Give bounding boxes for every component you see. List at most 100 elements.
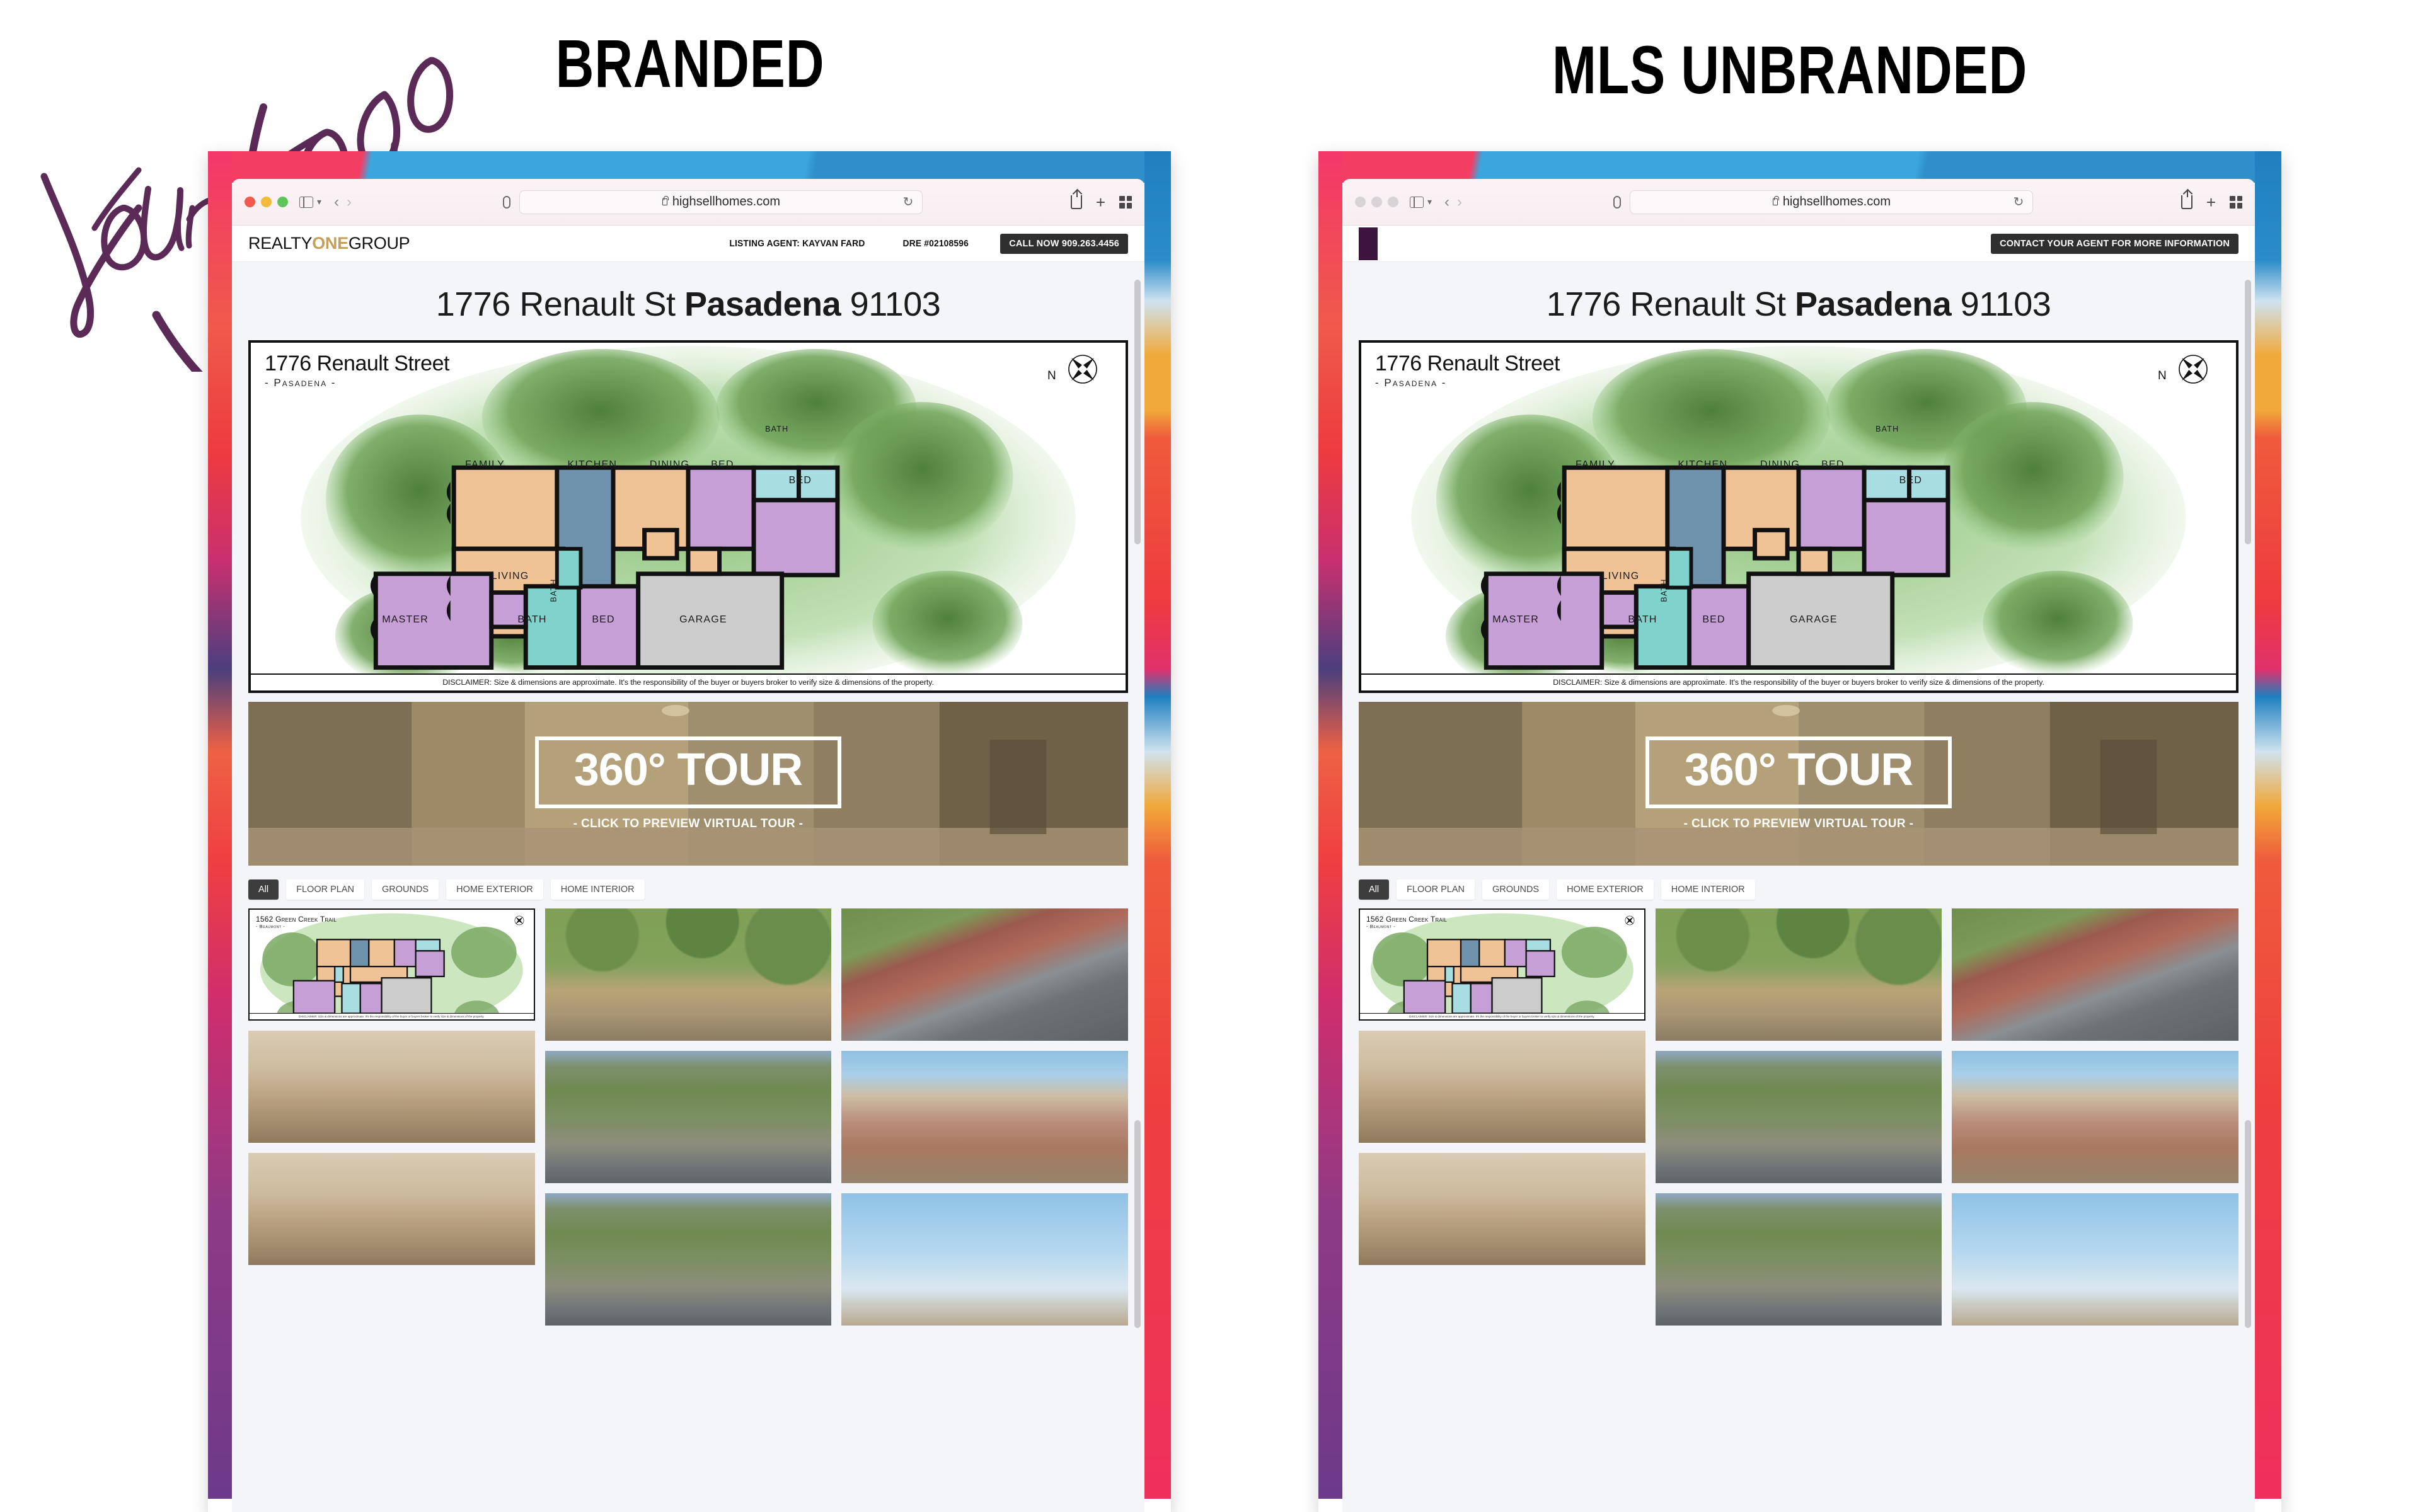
zoom-window-dot-2[interactable] — [1388, 197, 1398, 207]
tour-subtitle-2: - CLICK TO PREVIEW VIRTUAL TOUR - — [1683, 817, 1914, 830]
mini-plan-disclaimer: DISCLAIMER: Size & dimensions are approx… — [250, 1013, 534, 1019]
gallery-photo-grounds-trail-2[interactable] — [1655, 908, 1942, 1041]
filter-grounds[interactable]: GROUNDS — [371, 879, 439, 900]
address-street-2: 1776 Renault St — [1546, 285, 1786, 323]
filter-home-interior-2[interactable]: HOME INTERIOR — [1661, 879, 1755, 900]
compass-rose: N — [1047, 352, 1100, 390]
window-controls-2[interactable] — [1355, 197, 1398, 207]
gallery-photo-sky-exterior[interactable] — [841, 1193, 1129, 1326]
gallery-column-1-2: 1562 Green Creek Trail - Beaumont - DISC… — [1359, 908, 1645, 1326]
contact-agent-button[interactable]: CONTACT YOUR AGENT FOR MORE INFORMATION — [1991, 233, 2238, 254]
new-tab-icon[interactable]: + — [1096, 194, 1105, 210]
room-label-bath-vertical: BATH — [549, 578, 558, 602]
tab-grid-icon-2[interactable] — [2230, 195, 2242, 209]
forward-icon-2[interactable]: › — [1457, 194, 1462, 210]
frame-right-accent — [1144, 151, 1171, 1512]
gallery-photo-interior-vaulted[interactable] — [248, 1153, 535, 1265]
close-window-dot[interactable] — [245, 197, 255, 207]
url-text: highsellhomes.com — [672, 195, 781, 209]
tour-title-box: 360° TOUR — [534, 736, 842, 808]
gallery-photo-interior-hallway-2[interactable] — [1359, 1031, 1645, 1143]
filter-floor-plan-2[interactable]: FLOOR PLAN — [1397, 879, 1475, 900]
gallery-thumb-floor-plan-2[interactable]: 1562 Green Creek Trail - Beaumont - DISC… — [1359, 908, 1645, 1021]
sidebar-toggle-icon-2[interactable] — [1410, 196, 1424, 208]
sidebar-toggle-icon[interactable] — [299, 196, 313, 208]
mini-compass-icon-2 — [1625, 915, 1635, 925]
gallery-photo-interior-hallway[interactable] — [248, 1031, 535, 1143]
room-label-family: FAMILY — [465, 459, 505, 470]
address-bar[interactable]: highsellhomes.com ↻ — [519, 190, 923, 214]
window-controls[interactable] — [245, 197, 288, 207]
page-scrollbar-2[interactable] — [2245, 280, 2251, 544]
gallery-thumb-floor-plan[interactable]: 1562 Green Creek Trail - Beaumont - DISC… — [248, 908, 535, 1021]
gallery-photo-backyard-patio-2[interactable] — [1952, 1051, 2239, 1183]
room-label-kitchen: KITCHEN — [567, 459, 618, 470]
room-label-bed-right: BED — [788, 474, 812, 486]
gallery-photo-aerial-wide[interactable] — [544, 1193, 832, 1326]
floor-plan-title: 1776 Renault Street — [265, 352, 449, 375]
close-window-dot-2[interactable] — [1355, 197, 1366, 207]
filter-home-exterior[interactable]: HOME EXTERIOR — [446, 879, 543, 900]
reload-icon[interactable]: ↻ — [903, 194, 914, 210]
filter-all[interactable]: All — [248, 879, 279, 900]
reload-icon-2[interactable]: ↻ — [2014, 194, 2024, 210]
frame-left-accent — [208, 151, 232, 1512]
screenshot-root: BRANDED MLS UNBRANDED ▾ ‹ › highsellhome… — [0, 0, 2420, 1512]
chevron-down-icon-2[interactable]: ▾ — [1427, 197, 1432, 207]
privacy-shield-icon[interactable] — [503, 195, 511, 209]
room-label-garage: GARAGE — [679, 614, 727, 625]
back-icon-2[interactable]: ‹ — [1444, 194, 1449, 210]
share-icon-2[interactable] — [2181, 189, 2192, 209]
filter-floor-plan[interactable]: FLOOR PLAN — [286, 879, 364, 900]
gallery-column-3-2 — [1952, 908, 2239, 1326]
minimize-window-dot[interactable] — [261, 197, 272, 207]
filter-home-interior[interactable]: HOME INTERIOR — [550, 879, 645, 900]
realty-one-group-logo[interactable]: REALTYONEGROUP — [248, 234, 410, 253]
address-zip-2: 91103 — [1960, 285, 2051, 323]
page-scrollbar[interactable] — [1134, 280, 1141, 544]
page-scrollbar-lower[interactable] — [1134, 1120, 1141, 1328]
mini-plan-subtitle: - Beaumont - — [256, 924, 285, 929]
room-label-master-2: MASTER — [1492, 614, 1540, 625]
listing-agent-text: LISTING AGENT: KAYVAN FARD — [729, 238, 865, 249]
new-tab-icon-2[interactable]: + — [2206, 194, 2216, 210]
room-label-bath-upper-2: BATH — [1876, 424, 1899, 433]
gallery-photo-grounds-trail[interactable] — [544, 908, 832, 1041]
tour-subtitle: - CLICK TO PREVIEW VIRTUAL TOUR - — [573, 817, 804, 830]
gallery-photo-backyard-patio[interactable] — [841, 1051, 1129, 1183]
gallery-photo-aerial-roof-2[interactable] — [1952, 908, 2239, 1041]
gallery-photo-aerial-wide-2[interactable] — [1655, 1193, 1942, 1326]
floor-plan-card-2[interactable]: 1776 Renault Street - Pasadena - N FAMIL… — [1359, 340, 2238, 693]
frame-top-accent — [208, 151, 1171, 183]
call-now-button[interactable]: CALL NOW 909.263.4456 — [1000, 233, 1128, 254]
filter-all-2[interactable]: All — [1359, 879, 1390, 900]
zoom-window-dot[interactable] — [277, 197, 288, 207]
gallery-photo-aerial-neighborhood-2[interactable] — [1655, 1051, 1942, 1183]
minimize-window-dot-2[interactable] — [1371, 197, 1382, 207]
filter-grounds-2[interactable]: GROUNDS — [1482, 879, 1550, 900]
gallery-column-1: 1562 Green Creek Trail - Beaumont - DISC… — [248, 908, 535, 1326]
gallery-photo-aerial-roof[interactable] — [841, 908, 1129, 1041]
room-label-garage-2: GARAGE — [1790, 614, 1838, 625]
address-zip: 91103 — [850, 285, 941, 323]
gallery-photo-interior-vaulted-2[interactable] — [1359, 1153, 1645, 1265]
page-scrollbar-lower-2[interactable] — [2245, 1120, 2251, 1328]
virtual-tour-banner-2[interactable]: 360° TOUR - CLICK TO PREVIEW VIRTUAL TOU… — [1359, 702, 2238, 866]
forward-icon[interactable]: › — [347, 194, 352, 210]
virtual-tour-banner[interactable]: 360° TOUR - CLICK TO PREVIEW VIRTUAL TOU… — [248, 702, 1128, 866]
url-text-2: highsellhomes.com — [1782, 195, 1891, 209]
address-bar-2[interactable]: highsellhomes.com ↻ — [1630, 190, 2034, 214]
room-label-bed-upper: BED — [711, 459, 734, 470]
floor-plan-illustration — [251, 343, 1126, 690]
chevron-down-icon[interactable]: ▾ — [317, 197, 321, 207]
privacy-shield-icon-2[interactable] — [1613, 195, 1622, 209]
tab-grid-icon[interactable] — [1119, 195, 1132, 209]
gallery-column-3 — [841, 908, 1129, 1326]
gallery-photo-sky-exterior-2[interactable] — [1952, 1193, 2239, 1326]
floor-plan-card[interactable]: 1776 Renault Street - Pasadena - N FAMIL… — [248, 340, 1128, 693]
filter-home-exterior-2[interactable]: HOME EXTERIOR — [1557, 879, 1654, 900]
back-icon[interactable]: ‹ — [334, 194, 339, 210]
share-icon[interactable] — [1070, 189, 1082, 209]
gallery-filter-tabs-2: All FLOOR PLAN GROUNDS HOME EXTERIOR HOM… — [1342, 866, 2255, 908]
gallery-photo-aerial-neighborhood[interactable] — [544, 1051, 832, 1183]
